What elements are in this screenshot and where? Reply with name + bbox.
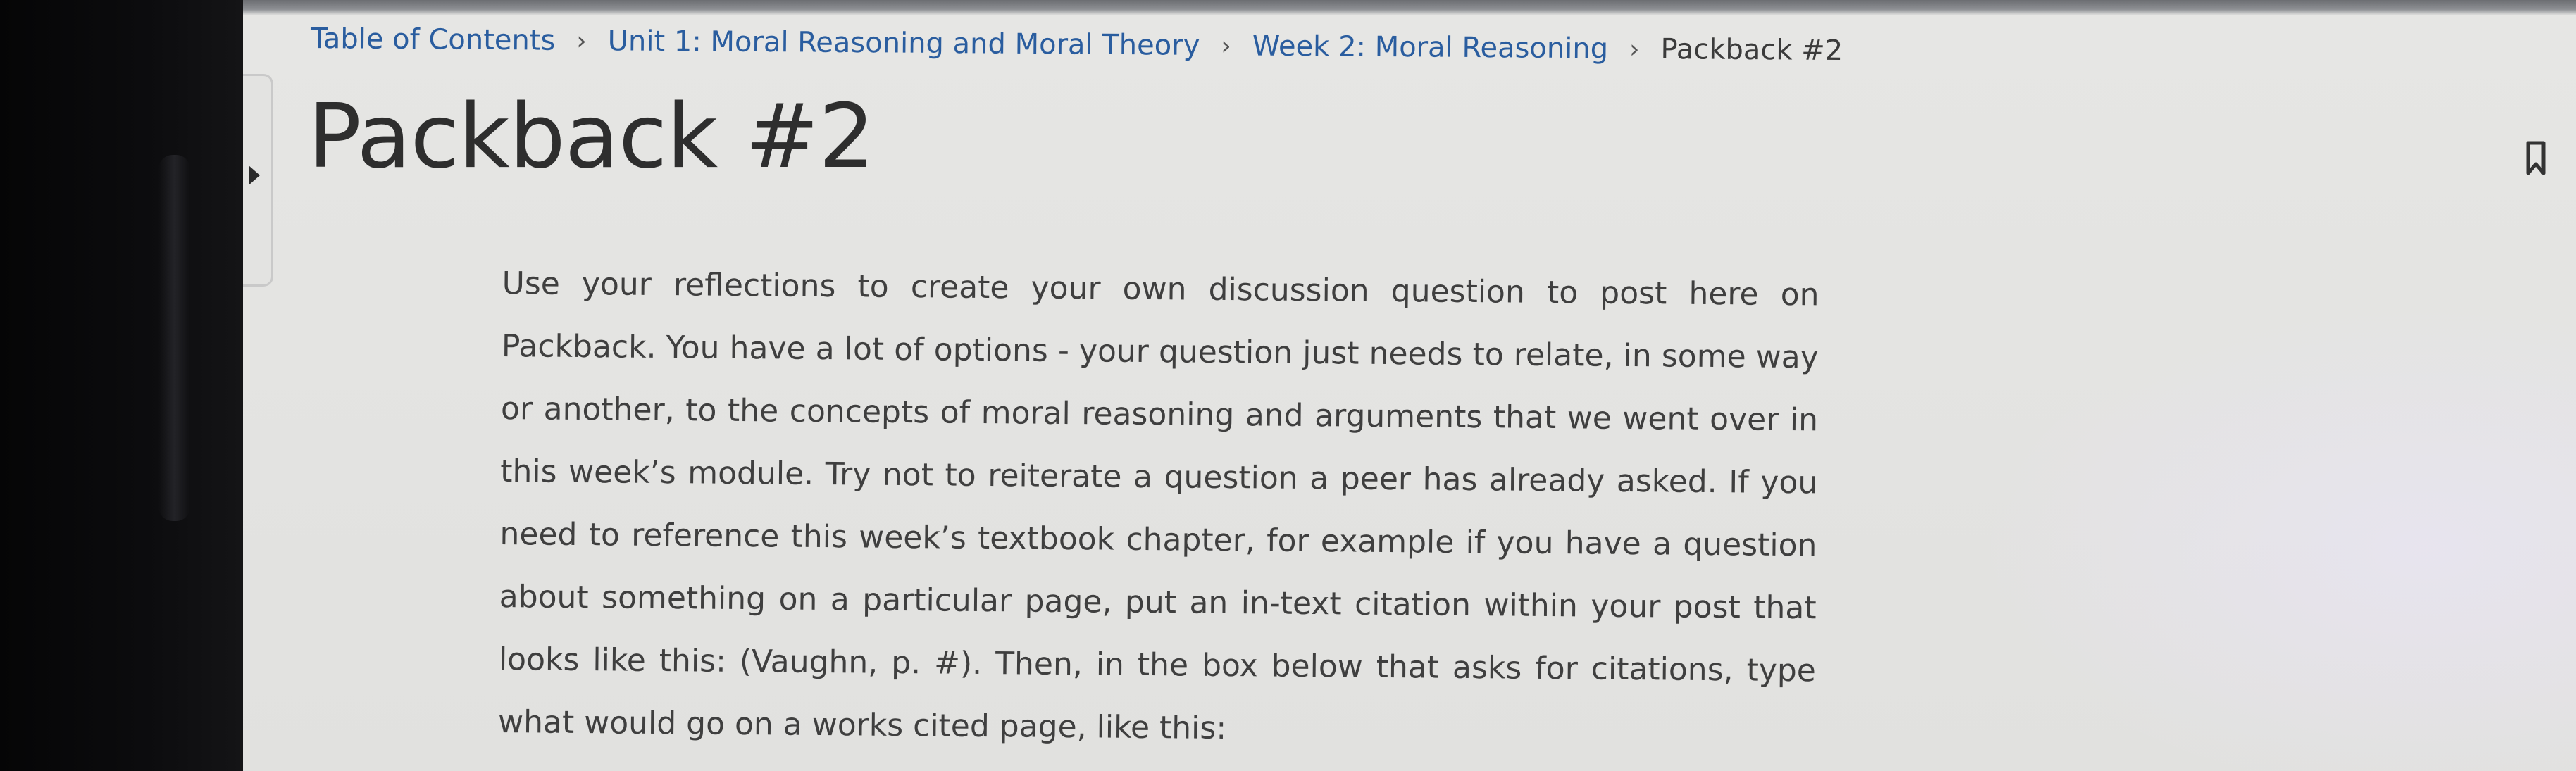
breadcrumb: Table of Contents › Unit 1: Moral Reason… bbox=[311, 23, 1843, 67]
bookmark-button[interactable] bbox=[2515, 134, 2557, 183]
screen: Table of Contents › Unit 1: Moral Reason… bbox=[243, 0, 2576, 771]
breadcrumb-current: Packback #2 bbox=[1660, 33, 1843, 68]
assignment-instructions: Use your reflections to create your own … bbox=[497, 265, 1819, 746]
bezel-reflection bbox=[158, 155, 190, 521]
caret-right-icon bbox=[249, 165, 260, 185]
breadcrumb-separator: › bbox=[1629, 35, 1640, 64]
device-bezel bbox=[0, 0, 243, 771]
breadcrumb-table-of-contents[interactable]: Table of Contents bbox=[311, 23, 556, 57]
bookmark-icon bbox=[2526, 141, 2546, 175]
breadcrumb-separator: › bbox=[576, 26, 587, 56]
side-panel-toggle[interactable] bbox=[243, 74, 273, 287]
breadcrumb-separator: › bbox=[1221, 31, 1231, 61]
breadcrumb-unit-1[interactable]: Unit 1: Moral Reasoning and Moral Theory bbox=[608, 25, 1200, 62]
top-edge-shadow bbox=[243, 0, 2576, 15]
breadcrumb-week-2[interactable]: Week 2: Moral Reasoning bbox=[1252, 30, 1609, 65]
page-title: Packback #2 bbox=[308, 84, 875, 188]
